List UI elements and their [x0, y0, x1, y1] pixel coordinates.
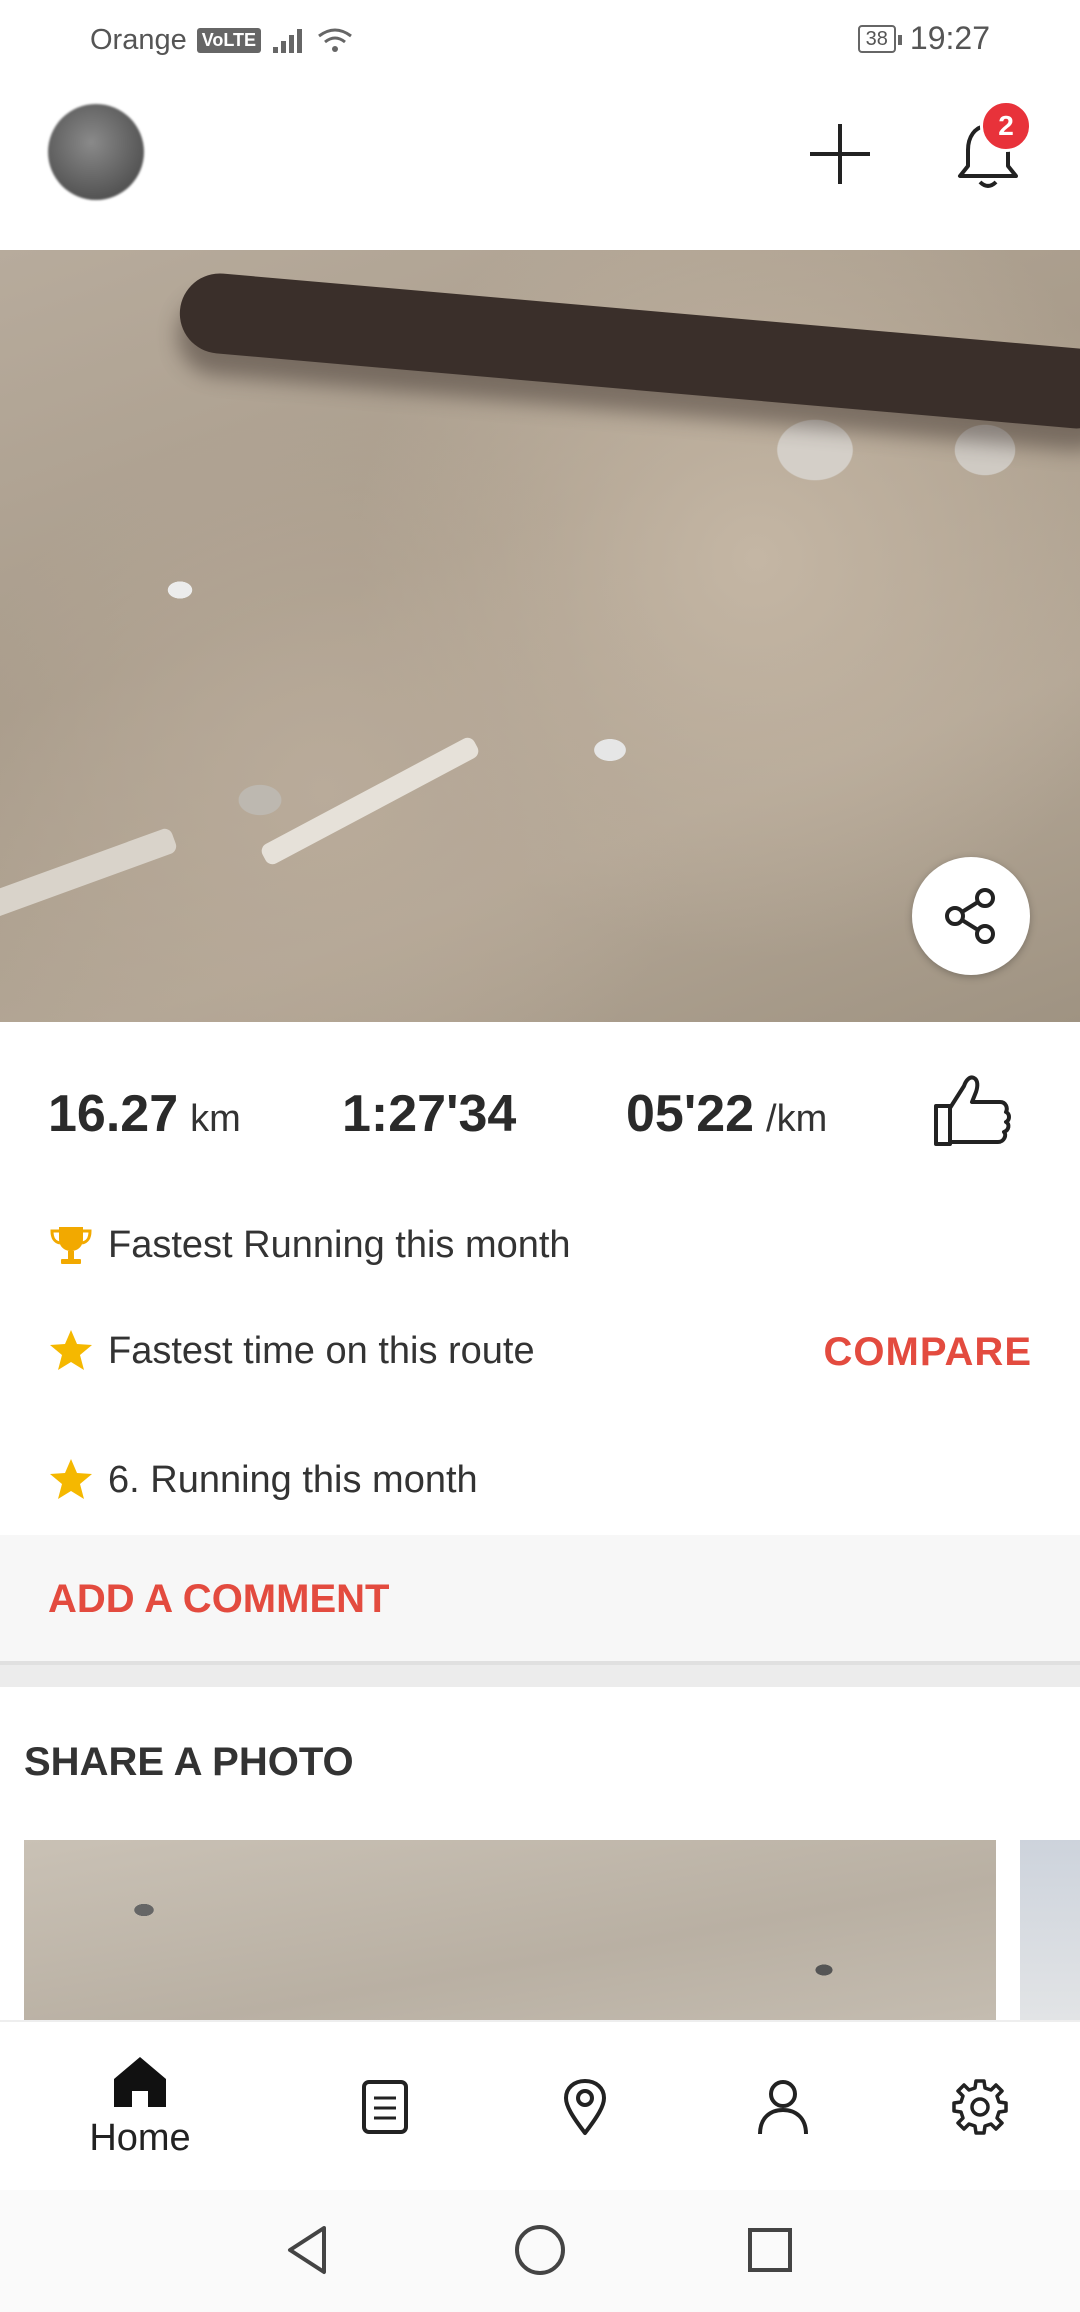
star-icon — [48, 1328, 94, 1374]
share-photo-title: SHARE A PHOTO — [24, 1740, 354, 1784]
home-circle-icon[interactable] — [510, 2220, 570, 2280]
battery-indicator: 38 — [857, 24, 903, 53]
achievement-item: Fastest time on this route — [48, 1328, 535, 1374]
gear-icon — [952, 2079, 1008, 2135]
distance-value: 16.27 — [48, 1085, 179, 1143]
system-navigation — [0, 2190, 1080, 2312]
nav-settings[interactable] — [930, 2022, 1030, 2192]
carrier-info: Orange VoLTE — [90, 24, 353, 57]
achievement-text: 6. Running this month — [108, 1458, 478, 1501]
activity-stats: 16.27 km 1:27'34 05'22 /km — [0, 1022, 1080, 1202]
distance-stat: 16.27 km — [48, 1084, 241, 1144]
nav-feed[interactable] — [335, 2022, 435, 2192]
photo-thumbnail[interactable] — [1020, 1840, 1080, 2020]
photo-thumbnail[interactable] — [24, 1840, 996, 2020]
notification-badge: 2 — [980, 100, 1032, 152]
map-pin-icon — [564, 2079, 606, 2135]
nav-home-label: Home — [89, 2116, 191, 2159]
thumbs-up-icon[interactable] — [930, 1070, 1012, 1150]
share-icon — [945, 888, 995, 944]
compare-button[interactable]: COMPARE — [824, 1330, 1032, 1375]
duration-stat: 1:27'34 — [342, 1084, 516, 1144]
profile-icon — [758, 2080, 808, 2135]
photo-snake — [176, 270, 1080, 432]
status-right: 38 19:27 — [857, 20, 990, 57]
recents-icon[interactable] — [740, 2220, 800, 2280]
share-button[interactable] — [912, 857, 1030, 975]
bottom-navigation: Home — [0, 2020, 1080, 2190]
add-comment-label: ADD A COMMENT — [48, 1577, 390, 1621]
nav-home[interactable]: Home — [60, 2022, 220, 2192]
top-bar: 2 — [0, 80, 1080, 250]
achievement-item: Fastest Running this month — [48, 1222, 571, 1268]
signal-icon — [273, 28, 303, 53]
distance-unit: km — [190, 1098, 241, 1140]
status-bar: Orange VoLTE 38 19:27 — [0, 0, 1080, 80]
achievement-text: Fastest time on this route — [108, 1329, 535, 1372]
pace-value: 05'22 — [626, 1085, 755, 1143]
add-activity-button[interactable] — [806, 120, 874, 188]
section-divider — [0, 1665, 1080, 1687]
photo-stick — [0, 826, 179, 920]
achievement-text: Fastest Running this month — [108, 1223, 571, 1266]
nav-map[interactable] — [535, 2022, 635, 2192]
clock: 19:27 — [909, 20, 990, 56]
carrier-name: Orange — [90, 24, 187, 56]
trophy-icon — [48, 1222, 94, 1268]
avatar[interactable] — [48, 104, 144, 200]
add-comment-button[interactable]: ADD A COMMENT — [0, 1535, 1080, 1665]
home-icon — [114, 2056, 166, 2107]
wifi-icon — [318, 28, 352, 52]
duration-value: 1:27'34 — [342, 1085, 517, 1143]
volte-badge: VoLTE — [196, 28, 262, 53]
pace-stat: 05'22 /km — [626, 1084, 827, 1144]
photo-stick — [258, 734, 482, 868]
back-icon[interactable] — [278, 2220, 338, 2280]
star-icon — [48, 1457, 94, 1503]
list-icon — [362, 2080, 408, 2134]
pace-unit: /km — [766, 1098, 828, 1140]
nav-profile[interactable] — [733, 2022, 833, 2192]
achievement-item: 6. Running this month — [48, 1457, 478, 1503]
